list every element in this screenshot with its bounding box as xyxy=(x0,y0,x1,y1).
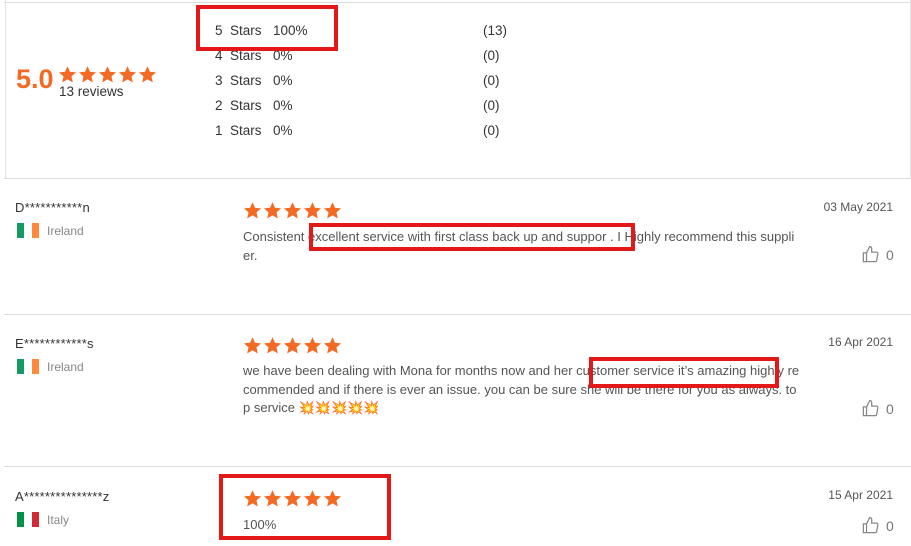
reviewer-name: A***************z xyxy=(15,489,110,504)
section-divider xyxy=(4,178,911,179)
thumbs-up-icon xyxy=(861,516,880,535)
star-icon xyxy=(303,489,322,508)
star-icon xyxy=(283,336,302,355)
country-name: Italy xyxy=(47,512,70,527)
star-icon xyxy=(303,201,322,220)
rating-row-1[interactable]: 1 Stars 0% xyxy=(215,121,335,141)
rating-row-5[interactable]: 5 Stars 100% xyxy=(215,21,335,41)
reviewer-name: D***********n xyxy=(15,200,90,215)
review-stars xyxy=(243,489,342,508)
review-text: we have been dealing with Mona for month… xyxy=(243,363,800,415)
country-name: Ireland xyxy=(47,359,84,374)
ireland-flag-icon xyxy=(17,359,39,374)
star-icon xyxy=(243,336,262,355)
star-icon xyxy=(78,65,97,84)
star-icon xyxy=(243,201,262,220)
country-name: Ireland xyxy=(47,223,84,238)
thumbs-up-icon xyxy=(861,245,880,264)
average-stars xyxy=(58,65,157,84)
italy-flag-icon xyxy=(17,512,39,527)
helpful-count: 0 xyxy=(886,400,894,417)
star-icon xyxy=(263,201,282,220)
rating-label: 4 Stars xyxy=(215,48,262,63)
star-icon xyxy=(283,201,302,220)
top-divider xyxy=(4,2,911,3)
review-stars xyxy=(243,201,342,220)
star-icon xyxy=(138,65,157,84)
rating-row-4[interactable]: 4 Stars 0% xyxy=(215,46,335,66)
rating-percent: 0% xyxy=(273,98,293,113)
rating-percent: 0% xyxy=(273,123,293,138)
rating-label: 2 Stars xyxy=(215,98,262,113)
thumbs-up-icon xyxy=(861,399,880,418)
rating-count: (0) xyxy=(483,98,500,113)
star-icon xyxy=(323,201,342,220)
star-icon xyxy=(243,489,262,508)
star-icon xyxy=(323,336,342,355)
rating-percent: 100% xyxy=(273,23,308,38)
star-icon xyxy=(323,489,342,508)
reviews-count: 13 reviews xyxy=(59,84,124,99)
rating-percent: 0% xyxy=(273,48,293,63)
summary-divider-left xyxy=(5,0,6,178)
rating-row-3[interactable]: 3 Stars 0% xyxy=(215,71,335,91)
review-date: 15 Apr 2021 xyxy=(828,488,893,502)
rating-label: 1 Stars xyxy=(215,123,262,138)
review-date: 03 May 2021 xyxy=(823,200,893,214)
average-score: 5.0 xyxy=(16,64,54,94)
rating-label: 3 Stars xyxy=(215,73,262,88)
star-icon xyxy=(118,65,137,84)
review-divider xyxy=(4,314,911,315)
review-divider xyxy=(4,466,911,467)
rating-count: (13) xyxy=(483,23,508,38)
star-icon xyxy=(303,336,322,355)
reviewer-country: Ireland xyxy=(17,223,84,238)
star-icon xyxy=(263,336,282,355)
star-icon xyxy=(283,489,302,508)
review-text: Consistent excellent service with first … xyxy=(243,229,795,263)
review-text: 100% xyxy=(243,517,277,532)
star-icon xyxy=(98,65,117,84)
helpful-button[interactable]: 0 xyxy=(861,399,894,418)
helpful-count: 0 xyxy=(886,246,894,263)
helpful-count: 0 xyxy=(886,517,894,534)
rating-count: (0) xyxy=(483,48,500,63)
helpful-button[interactable]: 0 xyxy=(861,516,894,535)
star-icon xyxy=(58,65,77,84)
ireland-flag-icon xyxy=(17,223,39,238)
helpful-button[interactable]: 0 xyxy=(861,245,894,264)
rating-row-2[interactable]: 2 Stars 0% xyxy=(215,96,335,116)
review-date: 16 Apr 2021 xyxy=(828,335,893,349)
rating-label: 5 Stars xyxy=(215,23,262,38)
star-icon xyxy=(263,489,282,508)
rating-count: (0) xyxy=(483,73,500,88)
reviewer-country: Ireland xyxy=(17,359,84,374)
rating-count: (0) xyxy=(483,123,500,138)
reviewer-country: Italy xyxy=(17,512,69,527)
reviewer-name: E************s xyxy=(15,336,94,351)
review-stars xyxy=(243,336,342,355)
rating-percent: 0% xyxy=(273,73,293,88)
